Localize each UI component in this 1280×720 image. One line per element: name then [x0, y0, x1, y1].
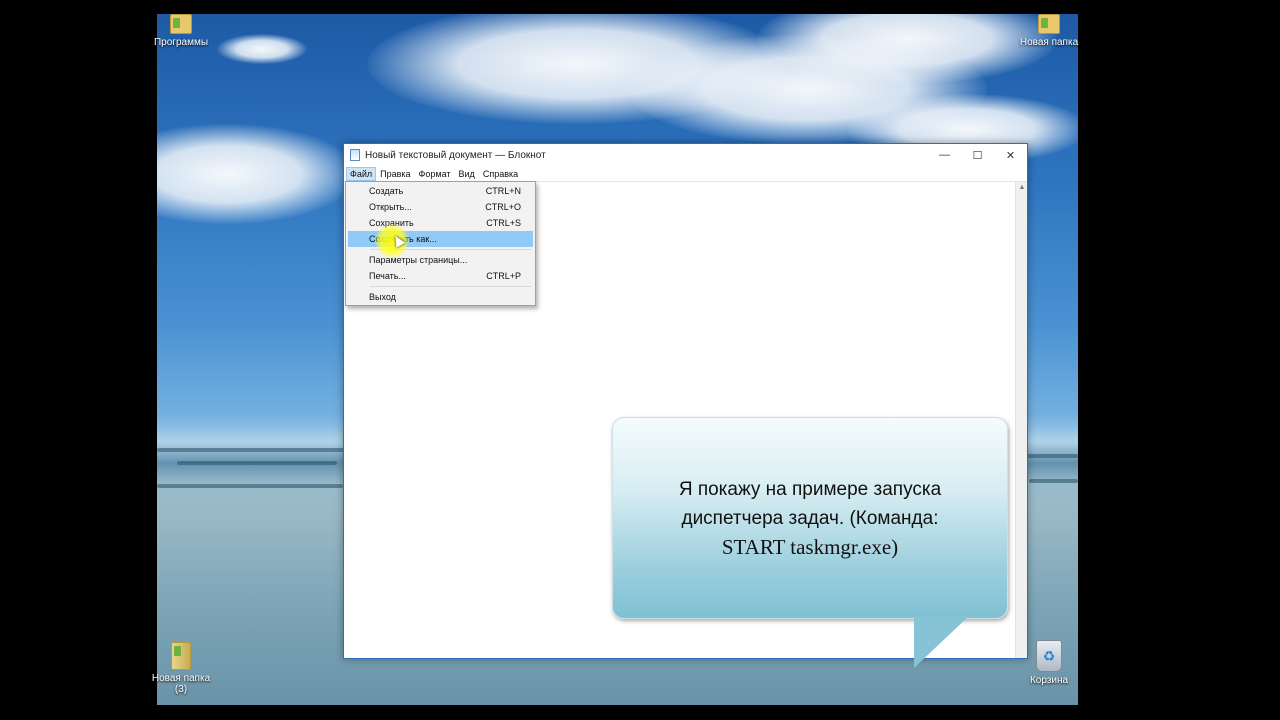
desktop-icon-label: Программы	[153, 37, 209, 48]
tutorial-callout: Я покажу на примере запуска диспетчера з…	[612, 417, 1008, 619]
title-bar[interactable]: Новый текстовый документ — Блокнот — ☐ ✕	[344, 144, 1027, 166]
callout-line-2: диспетчера задач. (Команда:	[681, 507, 939, 529]
window-title: Новый текстовый документ — Блокнот	[365, 149, 546, 161]
file-menu-dropdown: Создать CTRL+N Открыть... CTRL+O Сохрани…	[345, 181, 536, 306]
scroll-up-icon[interactable]: ▲	[1016, 182, 1028, 194]
maximize-button[interactable]: ☐	[961, 144, 994, 166]
menu-item-save[interactable]: Сохранить CTRL+S	[346, 215, 535, 231]
vertical-scrollbar[interactable]: ▲	[1015, 182, 1027, 658]
menu-item-label: Выход	[369, 292, 396, 302]
menu-item-new[interactable]: Создать CTRL+N	[346, 183, 535, 199]
menu-view[interactable]: Вид	[455, 167, 479, 181]
close-button[interactable]: ✕	[994, 144, 1027, 166]
folder-icon	[170, 14, 192, 34]
menu-item-open[interactable]: Открыть... CTRL+O	[346, 199, 535, 215]
menu-bar: Файл Правка Формат Вид Справка	[344, 166, 1027, 182]
notepad-icon	[350, 149, 360, 161]
callout-line-1: Я покажу на примере запуска	[678, 478, 942, 500]
menu-edit[interactable]: Правка	[376, 167, 414, 181]
desktop-icon-programs[interactable]: Программы	[146, 14, 216, 48]
desktop-icon-new-folder[interactable]: Новая папка	[1014, 14, 1084, 48]
callout-text: Я покажу на примере запуска диспетчера з…	[679, 475, 941, 562]
menu-item-label: Открыть...	[369, 202, 412, 212]
menu-item-label: Создать	[369, 186, 404, 196]
menu-item-shortcut: CTRL+N	[485, 186, 521, 196]
folder-icon	[171, 642, 191, 670]
callout-tail	[914, 616, 969, 668]
menu-item-label: Печать...	[369, 271, 406, 281]
menu-item-shortcut: CTRL+O	[485, 202, 521, 212]
menu-item-shortcut: CTRL+S	[486, 218, 521, 228]
menu-item-page-setup[interactable]: Параметры страницы...	[346, 252, 535, 268]
callout-line-3: START taskmgr.exe)	[721, 534, 899, 559]
menu-item-shortcut: CTRL+P	[486, 271, 521, 281]
desktop-icon-new-folder-3[interactable]: Новая папка (3)	[146, 642, 216, 695]
folder-icon	[1038, 14, 1060, 34]
recycle-bin-icon: ♻	[1036, 640, 1062, 672]
menu-item-print[interactable]: Печать... CTRL+P	[346, 268, 535, 284]
menu-help[interactable]: Справка	[479, 167, 522, 181]
desktop-icon-label: Новая папка	[1019, 37, 1079, 48]
minimize-button[interactable]: —	[928, 144, 961, 166]
menu-item-exit[interactable]: Выход	[346, 289, 535, 305]
menu-separator	[370, 286, 531, 287]
menu-format[interactable]: Формат	[415, 167, 455, 181]
desktop-icon-label: Корзина	[1029, 675, 1069, 686]
desktop-icon-label-suffix: (3)	[174, 684, 188, 695]
desktop-icon-label: Новая папка	[151, 673, 211, 684]
menu-file[interactable]: Файл	[346, 166, 377, 181]
